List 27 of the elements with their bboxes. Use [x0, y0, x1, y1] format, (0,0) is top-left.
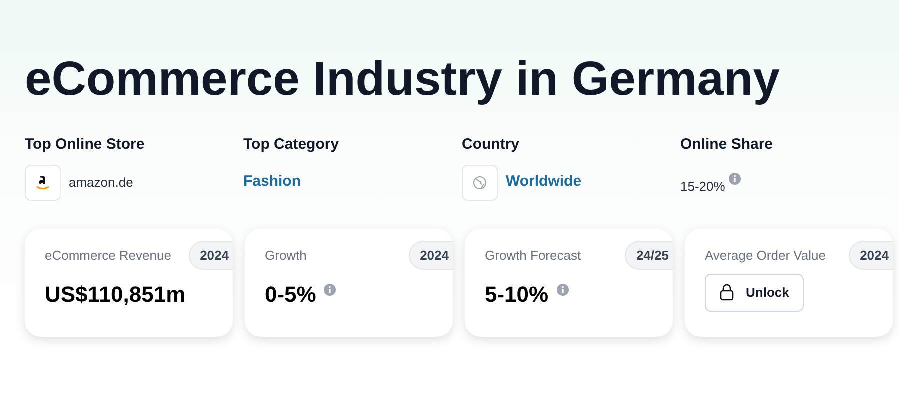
year-selector[interactable]: 2024: [409, 240, 453, 270]
stat-value: 5-10%: [485, 281, 549, 309]
year-selector[interactable]: 2024: [189, 240, 233, 270]
fact-label: Top Online Store: [25, 135, 146, 155]
info-icon: [556, 284, 569, 296]
card-label: Growth Forecast: [485, 246, 582, 264]
category-link[interactable]: Fashion: [244, 164, 462, 200]
info-icon: [324, 284, 336, 296]
country-link[interactable]: Worldwide: [506, 171, 582, 194]
card-label: eCommerce Revenue: [45, 246, 172, 264]
amazon-logo-icon: [35, 174, 51, 192]
year-selector[interactable]: 24/25: [625, 240, 673, 270]
fact-label: Online Share: [680, 135, 774, 155]
share-value: 15-20%: [680, 178, 726, 196]
card-label: Average Order Value: [705, 246, 826, 265]
page-title: eCommerce Industry in Germany: [25, 52, 781, 108]
stat-value: 0-5%: [265, 281, 316, 309]
fact-label: Top Category: [244, 135, 340, 155]
stat-value: US$110,851m: [45, 281, 186, 309]
fact-label: Country: [462, 135, 520, 155]
info-icon: [729, 172, 742, 184]
year-selector[interactable]: 2024: [849, 240, 893, 270]
card-label: Growth: [265, 246, 307, 264]
store-name[interactable]: amazon.de: [69, 172, 134, 192]
unlock-button[interactable]: Unlock: [705, 274, 804, 312]
globe-icon: [473, 176, 487, 190]
lock-icon: [720, 284, 734, 302]
